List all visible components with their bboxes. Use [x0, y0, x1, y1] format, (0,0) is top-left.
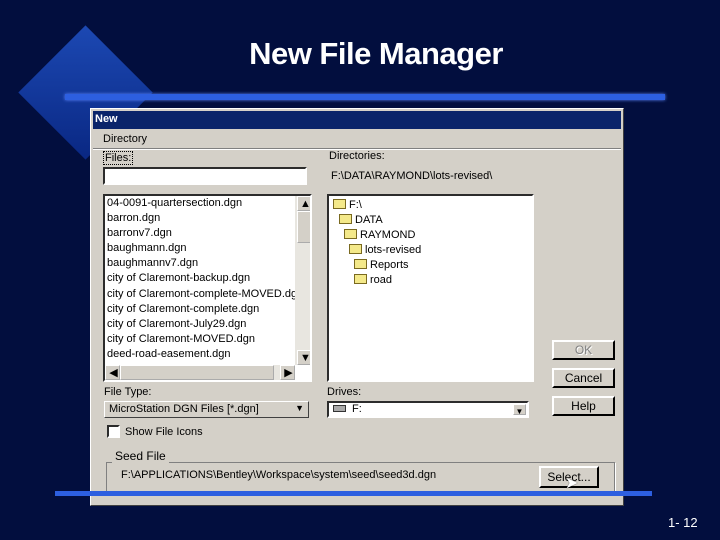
seed-file-path: F:\APPLICATIONS\Bentley\Workspace\system…	[121, 469, 437, 481]
file-type-label: File Type:	[104, 386, 152, 398]
file-type-select[interactable]: MicroStation DGN Files [*.dgn] ▼	[104, 401, 309, 418]
file-item[interactable]: deed-road-easement.dgn	[105, 347, 310, 362]
drives-select[interactable]: F: ▼	[327, 401, 529, 418]
current-path: F:\DATA\RAYMOND\lots-revised\	[331, 170, 493, 182]
file-item[interactable]: city of Claremont-complete-MOVED.dgn	[105, 287, 310, 302]
scroll-right-icon[interactable]: ▶	[280, 365, 295, 380]
directories-label: Directories:	[329, 150, 385, 162]
files-label: Files:	[103, 151, 134, 165]
open-folder-icon	[333, 199, 346, 209]
open-folder-icon	[344, 229, 357, 239]
file-item[interactable]: barron.dgn	[105, 211, 310, 226]
file-item[interactable]: 04-0091-quartersection.dgn	[105, 196, 310, 211]
menu-directory[interactable]: Directory	[103, 133, 147, 145]
file-item[interactable]: city of Claremont-backup.dgn	[105, 271, 310, 286]
drive-icon	[333, 405, 346, 412]
title-rule	[65, 94, 665, 100]
tree-item[interactable]: RAYMOND	[331, 228, 530, 243]
scroll-down-icon[interactable]: ▼	[297, 349, 310, 365]
new-file-dialog: New Directory Files: 04-0091-quartersect…	[90, 108, 624, 506]
dropdown-arrow-icon: ▼	[513, 404, 526, 416]
file-item[interactable]: city of Claremont-complete.dgn	[105, 302, 310, 317]
scroll-thumb[interactable]	[297, 211, 310, 243]
files-list: 04-0091-quartersection.dgn barron.dgn ba…	[103, 194, 312, 382]
mouse-cursor-icon: ➤	[565, 475, 579, 492]
tree-item[interactable]: lots-revised	[331, 243, 530, 258]
seed-file-label: Seed File	[112, 449, 169, 463]
show-icons-checkbox[interactable]	[107, 425, 120, 438]
file-item[interactable]: city of Claremont-MOVED.dgn	[105, 332, 310, 347]
file-item[interactable]: city of Claremont-July29.dgn	[105, 317, 310, 332]
open-folder-icon	[339, 214, 352, 224]
dropdown-arrow-icon: ▼	[295, 403, 304, 413]
horizontal-scrollbar[interactable]: ◀ ▶	[105, 365, 295, 380]
open-folder-icon	[349, 244, 362, 254]
scroll-thumb-h[interactable]	[120, 365, 274, 380]
scroll-up-icon[interactable]: ▲	[297, 196, 310, 212]
cancel-button[interactable]: Cancel	[552, 368, 615, 388]
tree-item[interactable]: DATA	[331, 213, 530, 228]
files-input[interactable]	[103, 167, 307, 185]
page-number: 1- 12	[668, 515, 698, 530]
slide-title: New File Manager	[249, 36, 503, 71]
tree-item[interactable]: Reports	[331, 258, 530, 273]
directory-tree: F:\ DATA RAYMOND lots-revised Reports ro…	[327, 194, 534, 382]
tree-item[interactable]: road	[331, 273, 530, 288]
ok-button[interactable]: OK	[552, 340, 615, 360]
dialog-title: New	[93, 111, 621, 129]
file-item[interactable]: baughmannv7.dgn	[105, 256, 310, 271]
file-item[interactable]: barronv7.dgn	[105, 226, 310, 241]
tree-item[interactable]: F:\	[331, 198, 530, 213]
drives-label: Drives:	[327, 386, 362, 398]
scroll-left-icon[interactable]: ◀	[105, 365, 120, 380]
file-item[interactable]: baughmann.dgn	[105, 241, 310, 256]
vertical-scrollbar[interactable]: ▲ ▼	[295, 196, 310, 365]
show-icons-label: Show File Icons	[125, 426, 203, 438]
folder-icon	[354, 259, 367, 269]
folder-icon	[354, 274, 367, 284]
bottom-rule	[55, 491, 652, 496]
help-button[interactable]: Help	[552, 396, 615, 416]
